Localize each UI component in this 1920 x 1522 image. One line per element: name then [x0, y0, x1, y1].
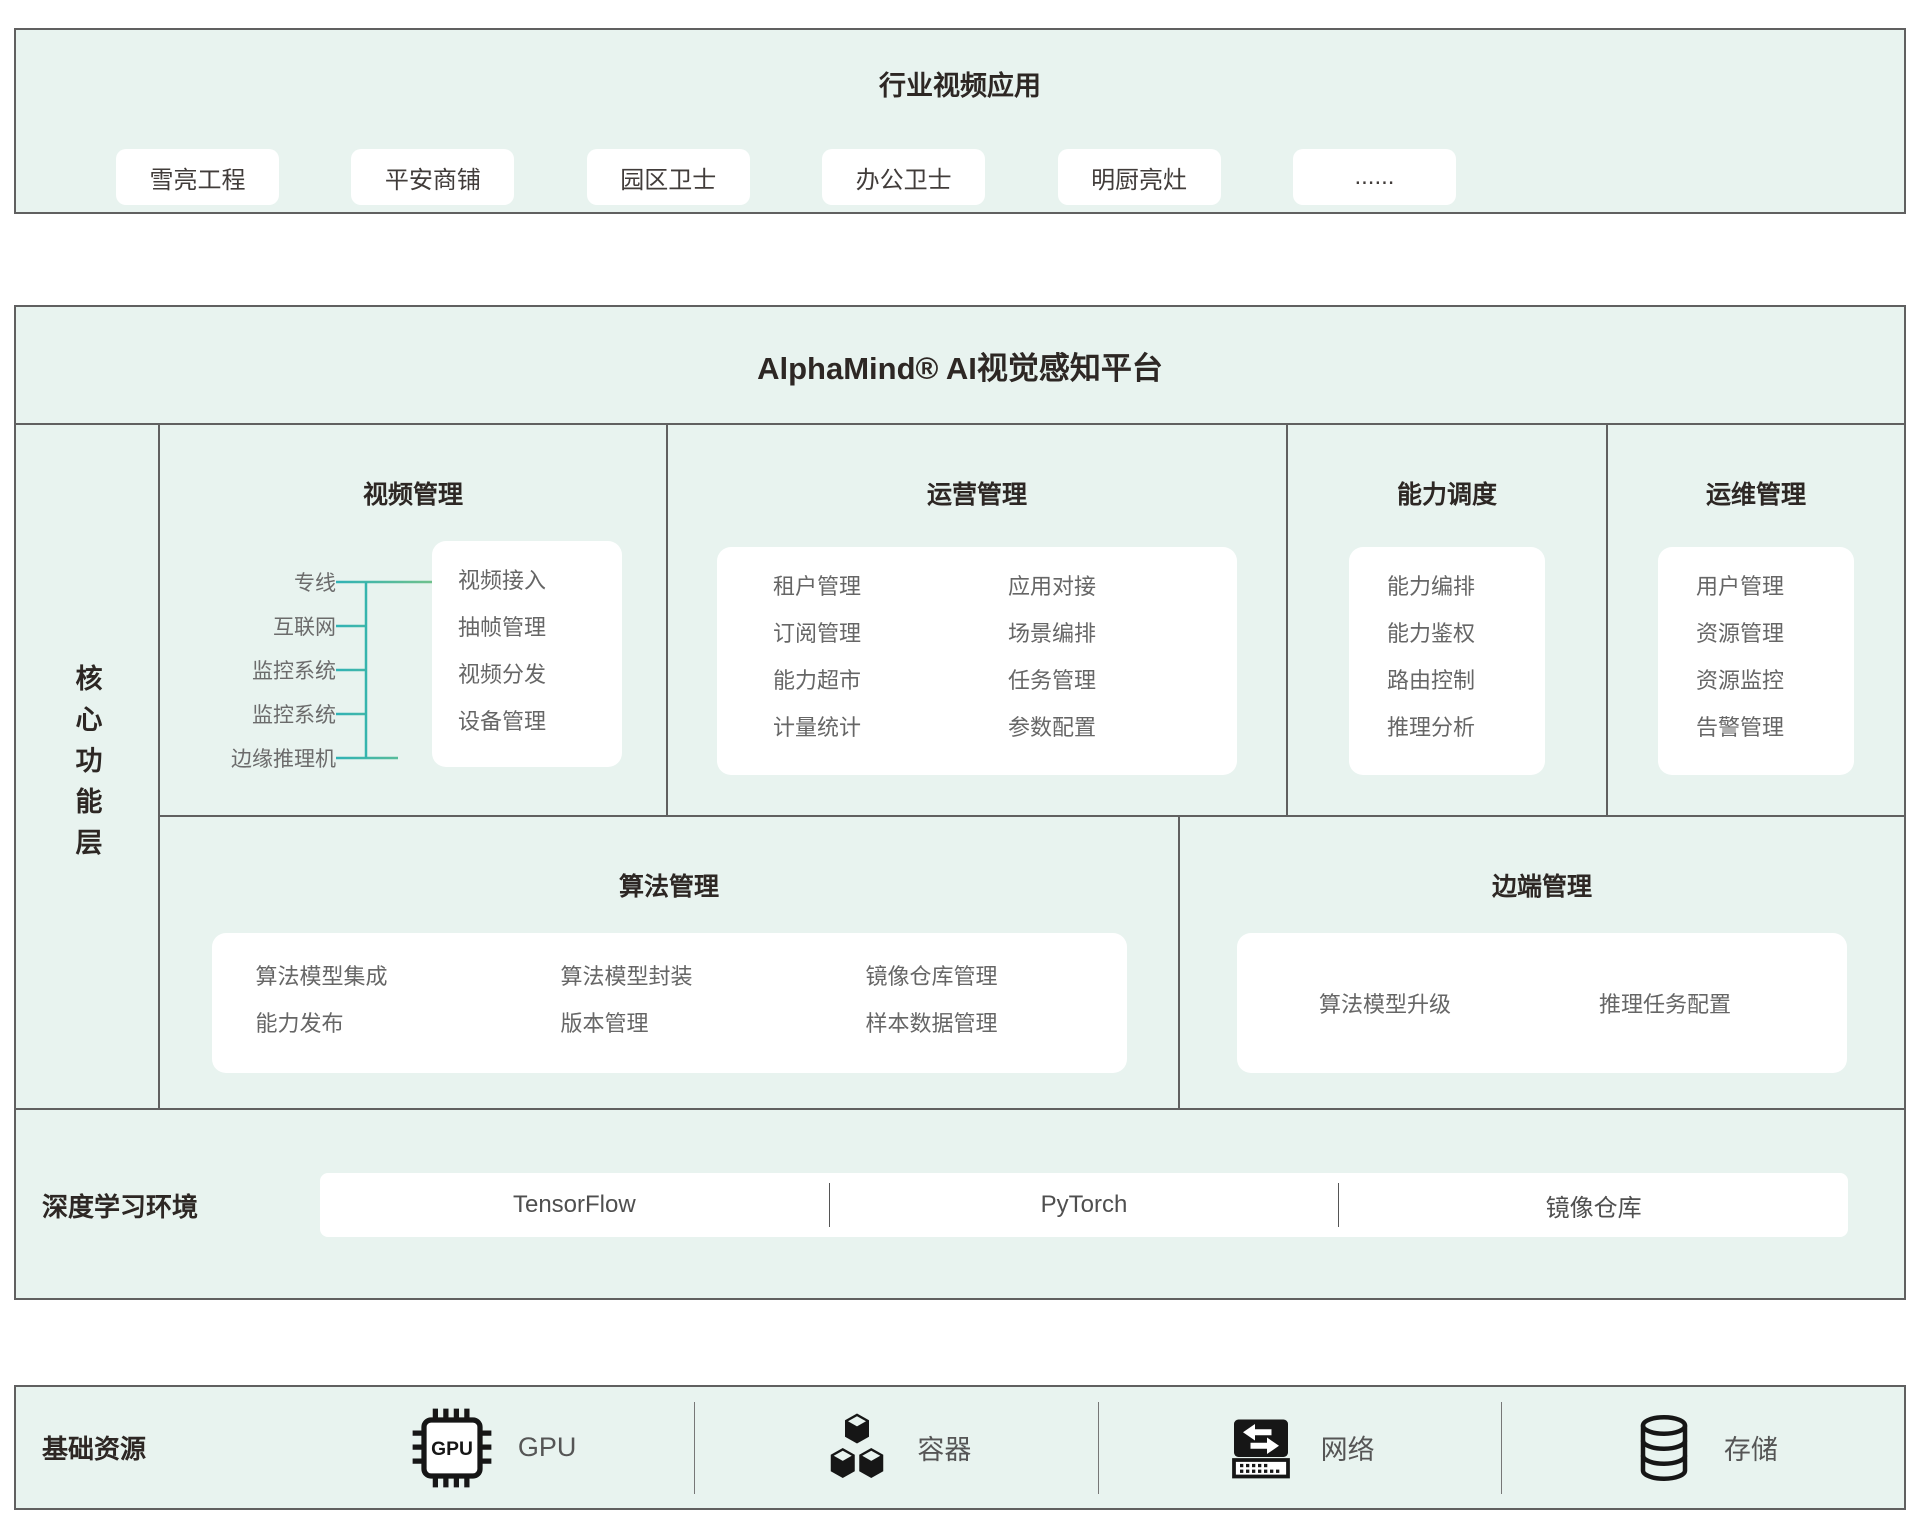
- operation-mgmt-column: 运营管理 租户管理 应用对接 订阅管理 场景编排 能力超市 任务管理 计量统计 …: [668, 425, 1288, 815]
- algorithm-item: 版本管理: [561, 1000, 866, 1047]
- algorithm-item: 算法模型集成: [256, 953, 561, 1000]
- maintenance-item: 用户管理: [1696, 563, 1854, 610]
- infra-item-label: 网络: [1321, 1428, 1375, 1467]
- infra-item-container: 容器: [695, 1412, 1097, 1484]
- maintenance-mgmt-column: 运维管理 用户管理 资源管理 资源监控 告警管理: [1608, 425, 1904, 815]
- video-function-item: 视频分发: [458, 651, 622, 698]
- infra-item-label: 存储: [1724, 1428, 1778, 1467]
- infra-item-storage: 存储: [1502, 1412, 1904, 1484]
- infra-item-label: GPU: [518, 1432, 577, 1463]
- maintenance-mgmt-card: 用户管理 资源管理 资源监控 告警管理: [1658, 547, 1854, 775]
- dl-env-item: TensorFlow: [320, 1191, 829, 1219]
- video-source-label: 互联网: [204, 604, 336, 648]
- video-mgmt-column: 视频管理 专线 互联网 监控系统 监控系统 边缘推理机: [160, 425, 668, 815]
- app-card: 办公卫士: [822, 149, 985, 205]
- video-source-label: 专线: [204, 560, 336, 604]
- algorithm-item: 样本数据管理: [866, 1000, 1127, 1047]
- operation-item: 计量统计: [773, 704, 1008, 751]
- infra-section: 基础资源: [14, 1385, 1906, 1510]
- operation-item: 场景编排: [1008, 610, 1243, 657]
- function-row-1: 视频管理 专线 互联网 监控系统 监控系统 边缘推理机: [160, 425, 1904, 815]
- operation-mgmt-title: 运营管理: [668, 425, 1286, 511]
- deep-learning-label: 深度学习环境: [42, 1187, 292, 1224]
- edge-mgmt-title: 边端管理: [1180, 817, 1904, 903]
- function-row-2: 算法管理 算法模型集成 算法模型封装 镜像仓库管理 能力发布 版本管理 样本数据…: [160, 815, 1904, 1108]
- industry-apps-row: 雪亮工程 平安商铺 园区卫士 办公卫士 明厨亮灶 ......: [116, 149, 1456, 205]
- core-layer-side-cell: 核心功能层: [16, 425, 160, 1108]
- dl-env-item: PyTorch: [830, 1191, 1339, 1219]
- core-layer-label: 核心功能层: [68, 664, 107, 869]
- industry-apps-title: 行业视频应用: [16, 30, 1904, 103]
- network-icon: [1225, 1412, 1297, 1484]
- scheduling-item: 推理分析: [1387, 704, 1545, 751]
- storage-icon: [1628, 1412, 1700, 1484]
- app-card: 平安商铺: [351, 149, 514, 205]
- maintenance-mgmt-title: 运维管理: [1608, 425, 1904, 511]
- video-source-label: 监控系统: [204, 648, 336, 692]
- edge-item: 推理任务配置: [1599, 987, 1847, 1019]
- operation-item: 订阅管理: [773, 610, 1008, 657]
- infra-item-label: 容器: [917, 1428, 971, 1467]
- capability-scheduling-title: 能力调度: [1288, 425, 1606, 511]
- deep-learning-bar: TensorFlow PyTorch 镜像仓库: [320, 1173, 1848, 1237]
- video-functions-card: 视频接入 抽帧管理 视频分发 设备管理: [432, 541, 622, 767]
- algorithm-mgmt-section: 算法管理 算法模型集成 算法模型封装 镜像仓库管理 能力发布 版本管理 样本数据…: [160, 817, 1180, 1108]
- connector-lines: [336, 560, 432, 780]
- dl-env-item: 镜像仓库: [1339, 1188, 1848, 1223]
- operation-item: 任务管理: [1008, 657, 1243, 704]
- gpu-icon: GPU: [410, 1406, 494, 1490]
- maintenance-item: 资源监控: [1696, 657, 1854, 704]
- algorithm-mgmt-title: 算法管理: [160, 817, 1178, 903]
- infra-item-network: 网络: [1099, 1412, 1501, 1484]
- platform-title: AlphaMind® AI视觉感知平台: [16, 307, 1904, 425]
- app-card: 明厨亮灶: [1058, 149, 1221, 205]
- scheduling-item: 能力鉴权: [1387, 610, 1545, 657]
- infra-item-gpu: GPU GPU: [292, 1406, 694, 1490]
- operation-item: 参数配置: [1008, 704, 1243, 751]
- operation-item: 能力超市: [773, 657, 1008, 704]
- industry-apps-section: 行业视频应用 雪亮工程 平安商铺 园区卫士 办公卫士 明厨亮灶 ......: [14, 28, 1906, 214]
- core-function-layer: 核心功能层 视频管理 专线 互联网 监控系统 监控系统 边缘推理机: [16, 425, 1904, 1108]
- infra-label: 基础资源: [42, 1429, 292, 1466]
- algorithm-mgmt-card: 算法模型集成 算法模型封装 镜像仓库管理 能力发布 版本管理 样本数据管理: [212, 933, 1127, 1073]
- edge-mgmt-card: 算法模型升级 推理任务配置: [1237, 933, 1847, 1073]
- app-card: 园区卫士: [587, 149, 750, 205]
- edge-mgmt-section: 边端管理 算法模型升级 推理任务配置: [1180, 817, 1904, 1108]
- scheduling-item: 路由控制: [1387, 657, 1545, 704]
- video-function-item: 视频接入: [458, 557, 622, 604]
- video-function-item: 抽帧管理: [458, 604, 622, 651]
- capability-scheduling-card: 能力编排 能力鉴权 路由控制 推理分析: [1349, 547, 1545, 775]
- video-mgmt-title: 视频管理: [160, 425, 666, 511]
- maintenance-item: 告警管理: [1696, 704, 1854, 751]
- app-card: 雪亮工程: [116, 149, 279, 205]
- platform-section: AlphaMind® AI视觉感知平台 核心功能层 视频管理 专线 互联网 监控…: [14, 305, 1906, 1300]
- video-source-labels: 专线 互联网 监控系统 监控系统 边缘推理机: [204, 560, 336, 780]
- video-function-item: 设备管理: [458, 698, 622, 745]
- algorithm-item: 算法模型封装: [561, 953, 866, 1000]
- capability-scheduling-column: 能力调度 能力编排 能力鉴权 路由控制 推理分析: [1288, 425, 1608, 815]
- scheduling-item: 能力编排: [1387, 563, 1545, 610]
- deep-learning-row: 深度学习环境 TensorFlow PyTorch 镜像仓库: [16, 1108, 1904, 1300]
- operation-item: 租户管理: [773, 563, 1008, 610]
- container-icon: [821, 1412, 893, 1484]
- video-source-label: 监控系统: [204, 692, 336, 736]
- edge-item: 算法模型升级: [1319, 987, 1599, 1019]
- operation-item: 应用对接: [1008, 563, 1243, 610]
- algorithm-item: 能力发布: [256, 1000, 561, 1047]
- maintenance-item: 资源管理: [1696, 610, 1854, 657]
- gpu-chip-text: GPU: [431, 1439, 473, 1460]
- app-card-more: ......: [1293, 149, 1456, 205]
- video-source-label: 边缘推理机: [204, 736, 336, 780]
- algorithm-item: 镜像仓库管理: [866, 953, 1127, 1000]
- operation-mgmt-card: 租户管理 应用对接 订阅管理 场景编排 能力超市 任务管理 计量统计 参数配置: [717, 547, 1237, 775]
